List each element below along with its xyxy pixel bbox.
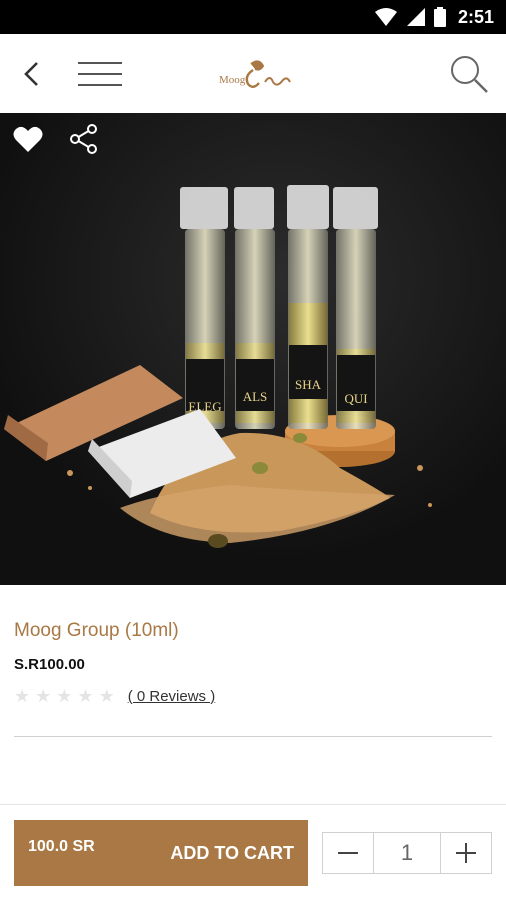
search-button[interactable] <box>444 50 494 98</box>
brand-logo[interactable]: Moog <box>215 52 295 96</box>
product-photo: ELEG ALS SHA QUI <box>0 113 506 585</box>
favorite-button[interactable] <box>10 121 46 157</box>
star-icon: ★ <box>35 686 52 706</box>
product-title: Moog Group (10ml) <box>14 620 179 641</box>
divider <box>0 804 506 805</box>
bottle-label-4: QUI <box>344 391 367 406</box>
signal-icon <box>406 8 425 26</box>
star-icon: ★ <box>14 686 31 706</box>
decrease-quantity-button[interactable] <box>323 833 373 873</box>
star-icon: ★ <box>77 686 94 706</box>
menu-button[interactable] <box>72 52 128 96</box>
product-price: S.R100.00 <box>14 656 85 673</box>
rating-row: ★ ★ ★ ★ ★ ( 0 Reviews ) <box>14 687 492 705</box>
heart-icon <box>13 126 43 152</box>
cart-price: 100.0 SR <box>28 838 95 855</box>
reviews-link[interactable]: ( 0 Reviews ) <box>128 688 216 705</box>
quantity-value[interactable]: 1 <box>373 833 441 873</box>
add-to-cart-button[interactable]: 100.0 SR ADD TO CART <box>14 820 308 886</box>
bottle-label-3: SHA <box>295 377 322 392</box>
back-icon <box>24 62 38 86</box>
add-to-cart-label: ADD TO CART <box>170 842 294 863</box>
status-time: 2:51 <box>457 6 494 27</box>
increase-quantity-button[interactable] <box>441 833 491 873</box>
star-icon: ★ <box>98 686 115 706</box>
divider <box>14 736 492 737</box>
minus-icon <box>338 852 358 854</box>
battery-icon <box>433 7 446 27</box>
hero-actions <box>10 121 102 157</box>
logo-text: Moog <box>219 74 246 86</box>
share-button[interactable] <box>66 121 102 157</box>
menu-icon <box>78 62 122 86</box>
status-bar: 2:51 <box>0 0 506 34</box>
star-icon: ★ <box>56 686 73 706</box>
bottle-label-2: ALS <box>243 389 268 404</box>
wifi-icon <box>374 8 397 26</box>
app-header: Moog <box>0 34 506 114</box>
moog-logo-icon: Moog <box>219 60 291 88</box>
quantity-stepper: 1 <box>322 832 492 874</box>
status-icons: 2:51 <box>374 0 494 34</box>
back-button[interactable] <box>12 52 52 96</box>
search-icon <box>451 56 488 93</box>
product-info: Moog Group (10ml) S.R100.00 ★ ★ ★ ★ ★ ( … <box>14 620 492 705</box>
product-image: ELEG ALS SHA QUI <box>0 113 506 585</box>
share-icon <box>70 124 97 154</box>
plus-icon <box>456 843 476 863</box>
